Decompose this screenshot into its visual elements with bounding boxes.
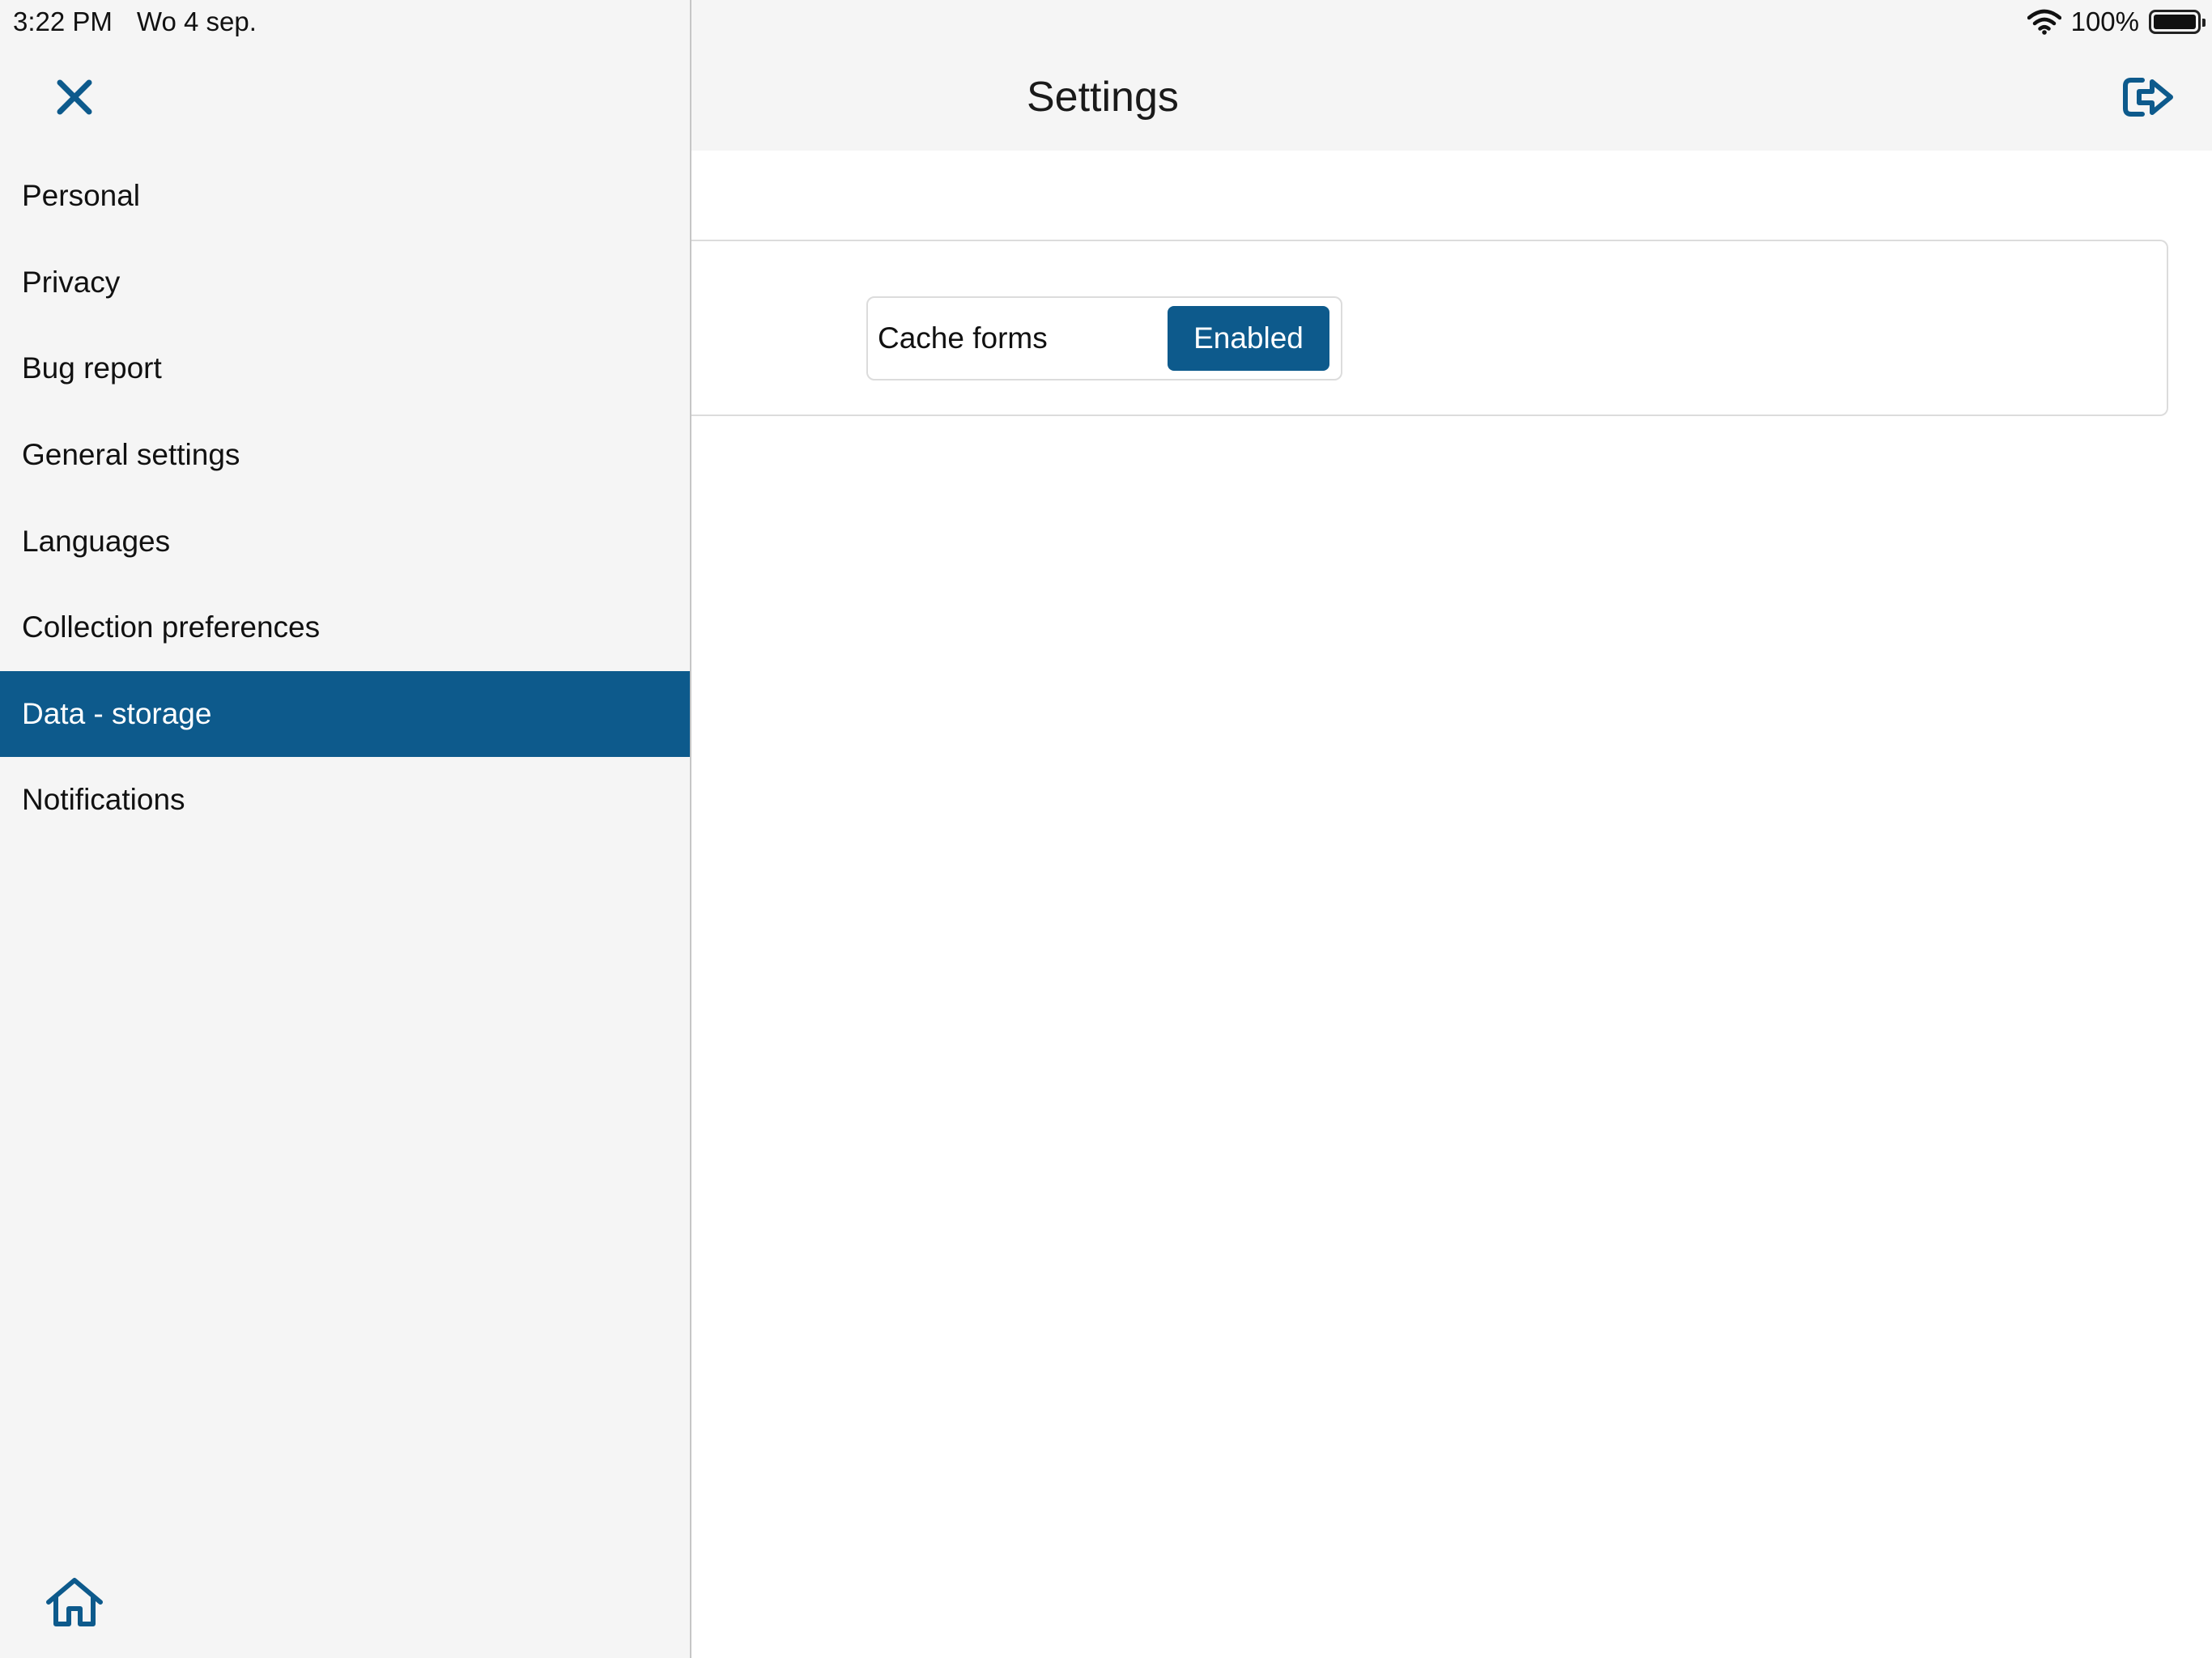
settings-panel: Cache forms Enabled	[691, 240, 2168, 416]
close-button[interactable]	[49, 71, 100, 123]
sidebar-item-general-settings[interactable]: General settings	[0, 412, 690, 499]
sidebar-item-personal[interactable]: Personal	[0, 153, 690, 240]
status-bar-right: 100%	[2027, 5, 2206, 39]
home-icon	[46, 1578, 103, 1626]
battery-icon	[2149, 10, 2206, 34]
sidebar-item-label: Bug report	[22, 351, 162, 385]
logout-icon	[2123, 78, 2173, 117]
status-date: Wo 4 sep.	[136, 6, 257, 36]
sidebar-item-bug-report[interactable]: Bug report	[0, 325, 690, 412]
status-bar-left: 3:22 PM Wo 4 sep.	[13, 5, 257, 39]
page-header: Settings	[691, 0, 2212, 151]
sidebar-item-label: Notifications	[22, 783, 185, 817]
sidebar-item-collection-preferences[interactable]: Collection preferences	[0, 585, 690, 671]
battery-fill	[2154, 15, 2196, 29]
sidebar-item-label: General settings	[22, 438, 240, 472]
page-title: Settings	[1027, 74, 1179, 121]
sidebar-menu: Personal Privacy Bug report General sett…	[0, 153, 690, 844]
sidebar-item-privacy[interactable]: Privacy	[0, 240, 690, 326]
home-button[interactable]	[44, 1574, 105, 1630]
sidebar-item-notifications[interactable]: Notifications	[0, 757, 690, 844]
logout-button[interactable]	[2120, 71, 2178, 123]
close-icon	[57, 79, 92, 115]
setting-row-cache-forms: Cache forms Enabled	[866, 296, 1342, 380]
sidebar-item-label: Data - storage	[22, 696, 212, 730]
sidebar-item-label: Privacy	[22, 265, 121, 299]
cache-forms-toggle-button[interactable]: Enabled	[1168, 306, 1329, 371]
sidebar-item-languages[interactable]: Languages	[0, 498, 690, 585]
battery-percent: 100%	[2070, 6, 2139, 36]
sidebar-item-data-storage[interactable]: Data - storage	[0, 670, 690, 758]
setting-label: Cache forms	[878, 321, 1048, 355]
sidebar: Personal Privacy Bug report General sett…	[0, 0, 691, 1658]
wifi-icon	[2027, 9, 2061, 35]
sidebar-item-label: Personal	[22, 179, 141, 213]
sidebar-item-label: Languages	[22, 524, 171, 558]
sidebar-item-label: Collection preferences	[22, 610, 321, 644]
app-screen: Personal Privacy Bug report General sett…	[0, 0, 2212, 1658]
status-time: 3:22 PM	[13, 6, 113, 36]
